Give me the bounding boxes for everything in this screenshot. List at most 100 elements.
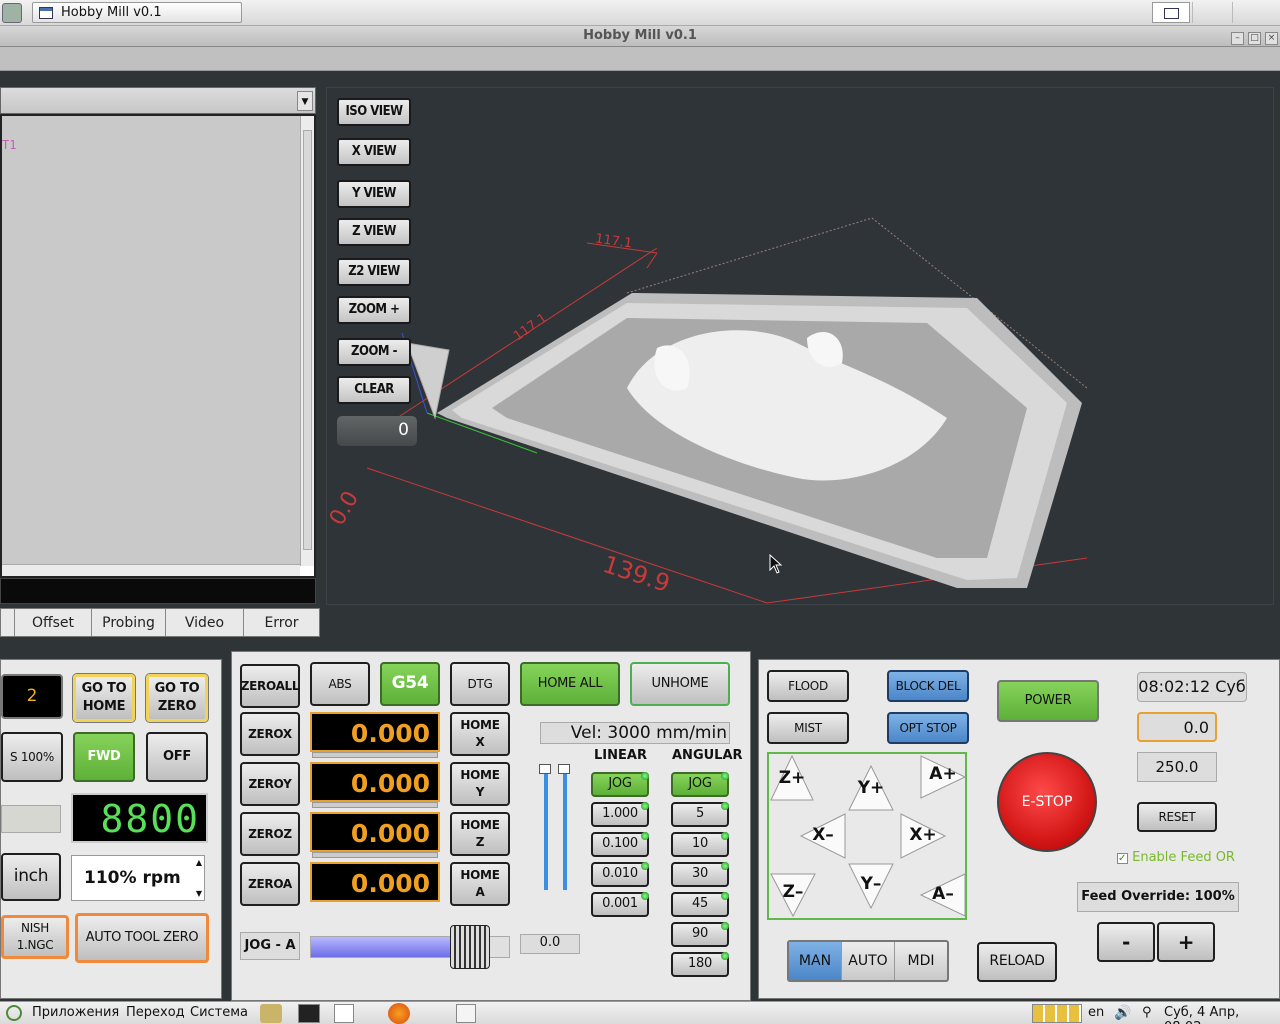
z-view-button[interactable]: Z VIEW — [337, 218, 411, 246]
show-desktop-icon[interactable] — [456, 1004, 476, 1023]
jog-y-plus-button[interactable]: Y+ — [847, 764, 895, 812]
optional-stop-button[interactable]: OPT STOP — [887, 712, 969, 744]
places-menu[interactable]: Переход — [126, 1005, 185, 1020]
reset-button[interactable]: RESET — [1137, 802, 1217, 832]
minimize-icon[interactable]: – — [1231, 32, 1244, 45]
gcode-viewer[interactable]: T1 — [0, 114, 316, 578]
spindle-input-field[interactable] — [1, 805, 61, 833]
chevron-down-icon[interactable]: ▼ — [297, 91, 313, 111]
linear-step-0.1[interactable]: 0.100 — [591, 832, 649, 857]
jog-a-plus-button[interactable]: A+ — [919, 754, 967, 800]
applications-menu[interactable]: Приложения — [32, 1005, 119, 1020]
home-all-button[interactable]: HOME ALL — [520, 662, 620, 706]
iso-view-button[interactable]: ISO VIEW — [337, 98, 411, 126]
linear-jog-button[interactable]: JOG — [591, 772, 649, 797]
rpm-override-spinner[interactable]: 110% rpm ▲ ▼ — [71, 855, 205, 901]
g54-button[interactable]: G54 — [380, 662, 440, 706]
slider-handle[interactable] — [558, 764, 570, 774]
zero-x-button[interactable]: ZEROX — [240, 712, 300, 756]
horizontal-scrollbar[interactable] — [2, 564, 300, 576]
spin-up-icon[interactable]: ▲ — [196, 858, 202, 867]
taskbar-clock[interactable]: Суб, 4 Апр, 08:02 — [1164, 1005, 1280, 1024]
dtg-button[interactable]: DTG — [450, 662, 510, 706]
home-a-button[interactable]: HOME A — [450, 862, 510, 906]
unhome-button[interactable]: UNHOME — [630, 662, 730, 706]
keyboard-layout-indicator[interactable]: en — [1088, 1005, 1104, 1020]
go-to-zero-button[interactable]: GO TO ZERO — [146, 674, 208, 722]
clear-button[interactable]: CLEAR — [337, 376, 411, 404]
zero-all-button[interactable]: ZEROALL — [240, 664, 300, 708]
spindle-speed-button[interactable]: S 100% — [1, 732, 63, 782]
feed-plus-button[interactable]: + — [1157, 922, 1215, 962]
workspace-switcher[interactable] — [1032, 1004, 1082, 1023]
text-editor-icon[interactable] — [334, 1004, 354, 1023]
mode-mdi-button[interactable]: MDI — [894, 942, 947, 980]
mode-auto-button[interactable]: AUTO — [841, 942, 894, 980]
load-file-button[interactable]: NISH 1.NGC — [1, 915, 69, 959]
maximize-icon[interactable]: □ — [1248, 32, 1261, 45]
file-combo[interactable]: ▼ — [0, 87, 316, 114]
abs-button[interactable]: ABS — [310, 662, 370, 706]
mode-manual-button[interactable]: MAN — [789, 942, 841, 980]
angular-step-10[interactable]: 10 — [671, 832, 729, 857]
units-button[interactable]: inch — [1, 853, 61, 901]
terminal-icon[interactable] — [298, 1004, 320, 1023]
angular-velocity-slider[interactable] — [563, 768, 567, 890]
angular-step-5[interactable]: 5 — [671, 802, 729, 827]
zero-z-button[interactable]: ZEROZ — [240, 812, 300, 856]
home-x-button[interactable]: HOME X — [450, 712, 510, 756]
angular-step-30[interactable]: 30 — [671, 862, 729, 887]
angular-step-90[interactable]: 90 — [671, 922, 729, 947]
y-view-button[interactable]: Y VIEW — [337, 180, 411, 208]
go-to-home-button[interactable]: GO TO HOME — [73, 674, 135, 722]
debian-menu-icon[interactable] — [6, 1005, 22, 1021]
zoom-out-button[interactable]: ZOOM - — [337, 338, 411, 366]
spindle-forward-button[interactable]: FWD — [73, 732, 135, 782]
auto-tool-zero-button[interactable]: AUTO TOOL ZERO — [75, 913, 209, 963]
angular-step-45[interactable]: 45 — [671, 892, 729, 917]
spindle-off-button[interactable]: OFF — [146, 732, 208, 782]
z2-view-button[interactable]: Z2 VIEW — [337, 258, 411, 286]
taskbar-window-button[interactable]: Hobby Mill v0.1 — [32, 2, 242, 23]
vertical-scrollbar[interactable] — [300, 116, 314, 566]
tab-probing[interactable]: Probing — [92, 609, 166, 636]
jog-z-minus-button[interactable]: Z– — [769, 872, 817, 918]
workspace-3[interactable] — [1232, 2, 1270, 23]
scrollbar-thumb[interactable] — [303, 130, 312, 550]
block-delete-button[interactable]: BLOCK DEL — [887, 670, 969, 702]
angular-step-180[interactable]: 180 — [671, 952, 729, 977]
system-menu[interactable]: Система — [190, 1005, 248, 1020]
x-view-button[interactable]: X VIEW — [337, 138, 411, 166]
jog-slider-handle[interactable] — [450, 925, 490, 969]
feed-minus-button[interactable]: - — [1097, 922, 1155, 962]
network-icon[interactable]: ⚲ — [1142, 1005, 1152, 1020]
volume-icon[interactable]: 🔊 — [1114, 1005, 1131, 1021]
jog-z-plus-button[interactable]: Z+ — [769, 754, 815, 802]
tab-video[interactable]: Video — [166, 609, 244, 636]
linear-step-1[interactable]: 1.000 — [591, 802, 649, 827]
workspace-1[interactable] — [1152, 2, 1190, 23]
slider-handle[interactable] — [539, 764, 551, 774]
flood-button[interactable]: FLOOD — [767, 670, 849, 702]
mist-button[interactable]: MIST — [767, 712, 849, 744]
toolpath-preview[interactable]: 117.1 117.1 139.9 0.0 ISO VIEW X VIEW Y … — [326, 87, 1274, 605]
workspace-2[interactable] — [1192, 2, 1230, 23]
tab-hidden[interactable] — [1, 609, 15, 636]
spin-down-icon[interactable]: ▼ — [196, 889, 202, 898]
mdi-entry[interactable] — [0, 578, 316, 604]
zero-a-button[interactable]: ZEROA — [240, 862, 300, 906]
linear-step-0.001[interactable]: 0.001 — [591, 892, 649, 917]
enable-feed-or-checkbox[interactable]: ✓ Enable Feed OR — [1117, 850, 1235, 865]
jog-x-plus-button[interactable]: X+ — [899, 812, 947, 860]
zoom-in-button[interactable]: ZOOM + — [337, 296, 411, 324]
close-icon[interactable]: × — [1265, 32, 1278, 45]
firefox-icon[interactable] — [388, 1003, 410, 1024]
angular-jog-button[interactable]: JOG — [671, 772, 729, 797]
estop-button[interactable]: E-STOP — [997, 752, 1097, 852]
linear-step-0.01[interactable]: 0.010 — [591, 862, 649, 887]
linear-velocity-slider[interactable] — [544, 768, 548, 890]
app-launcher-icon[interactable] — [2, 3, 22, 23]
launcher-icon[interactable] — [260, 1004, 282, 1023]
tab-error[interactable]: Error — [244, 609, 319, 636]
power-button[interactable]: POWER — [997, 680, 1099, 722]
